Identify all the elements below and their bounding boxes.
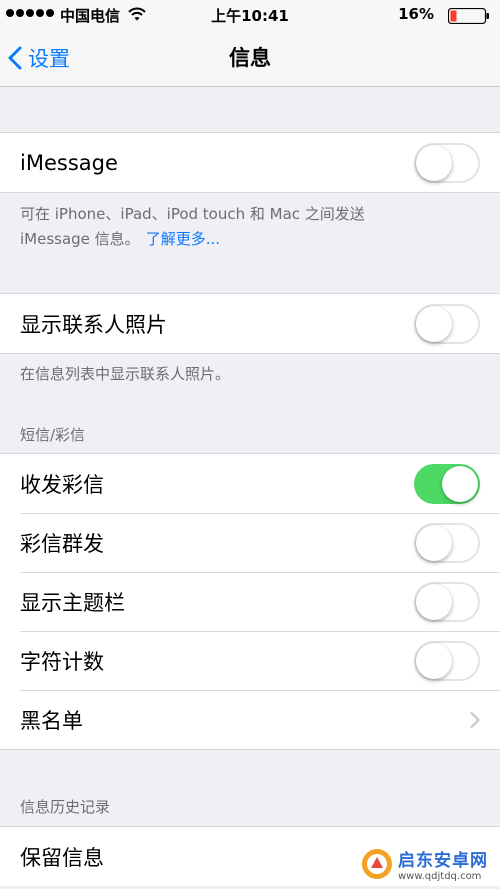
- toggle-knob: [416, 305, 452, 342]
- imessage-footer: 可在 iPhone、iPad、iPod touch 和 Mac 之间发送 iMe…: [20, 202, 480, 252]
- learn-more-link[interactable]: 了解更多...: [146, 230, 220, 248]
- show-subject-row: 显示主题栏: [0, 572, 500, 631]
- mms-messaging-row: 收发彩信: [0, 454, 500, 513]
- keep-messages-label: 保留信息: [20, 845, 104, 870]
- character-count-row: 字符计数: [0, 631, 500, 690]
- group-mms-row: 彩信群发: [0, 513, 500, 572]
- sms-mms-group: 收发彩信 彩信群发 显示主题栏 字符计数 黑名单: [0, 453, 500, 750]
- contact-photos-label: 显示联系人照片: [20, 312, 167, 337]
- status-bar: 中国电信 上午10:41 16%: [0, 0, 500, 30]
- watermark-url: www.qdjtdq.com: [398, 871, 482, 882]
- toggle-knob: [416, 144, 452, 181]
- toggle-knob: [416, 642, 452, 679]
- chevron-left-icon: [8, 46, 22, 70]
- watermark-text: 启东安卓网 www.qdjtdq.com: [398, 846, 488, 882]
- blocked-label: 黑名单: [20, 708, 83, 733]
- watermark-title: 启东安卓网: [398, 851, 488, 871]
- contact-photos-row: 显示联系人照片: [0, 294, 500, 353]
- imessage-footer-line1: 可在 iPhone、iPad、iPod touch 和 Mac 之间发送: [20, 205, 365, 223]
- back-button[interactable]: 设置: [8, 30, 70, 86]
- page-title: 信息: [229, 46, 271, 70]
- toggle-knob: [416, 524, 452, 561]
- imessage-footer-line2: iMessage 信息。 了解更多...: [20, 227, 480, 252]
- message-history-section-header: 信息历史记录: [20, 798, 111, 816]
- character-count-toggle[interactable]: [414, 640, 480, 681]
- group-mms-label: 彩信群发: [20, 531, 104, 556]
- show-subject-label: 显示主题栏: [20, 590, 125, 615]
- contact-photos-footer: 在信息列表中显示联系人照片。: [20, 365, 231, 383]
- chevron-right-icon: [470, 711, 480, 728]
- screen: 中国电信 上午10:41 16% 设置 信息 iMessage 可在 iPhon…: [0, 0, 500, 889]
- watermark-logo-icon: [362, 849, 392, 879]
- group-mms-toggle[interactable]: [414, 522, 480, 563]
- contact-photos-toggle[interactable]: [414, 303, 480, 344]
- navigation-bar: 设置 信息: [0, 30, 500, 87]
- imessage-group: iMessage: [0, 132, 500, 193]
- character-count-label: 字符计数: [20, 649, 104, 674]
- imessage-footer-text: iMessage 信息。: [20, 230, 140, 248]
- contact-photos-group: 显示联系人照片: [0, 293, 500, 354]
- show-subject-toggle[interactable]: [414, 581, 480, 622]
- imessage-row: iMessage: [0, 133, 500, 192]
- toggle-knob: [416, 583, 452, 620]
- battery-percentage: 16%: [398, 5, 434, 23]
- watermark: 启东安卓网 www.qdjtdq.com: [355, 843, 494, 885]
- mms-messaging-toggle[interactable]: [414, 463, 480, 504]
- toggle-knob: [442, 465, 478, 502]
- sms-mms-section-header: 短信/彩信: [20, 426, 86, 444]
- back-button-label: 设置: [28, 47, 70, 71]
- battery-icon: [448, 8, 489, 24]
- imessage-toggle[interactable]: [414, 142, 480, 183]
- blocked-row[interactable]: 黑名单: [0, 690, 500, 749]
- imessage-label: iMessage: [20, 150, 118, 175]
- mms-messaging-label: 收发彩信: [20, 472, 104, 497]
